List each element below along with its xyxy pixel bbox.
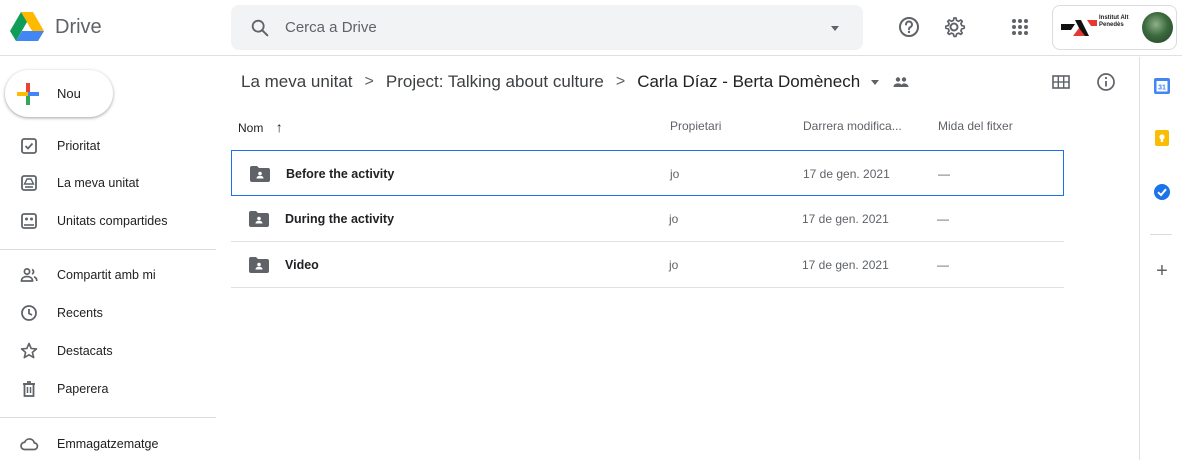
trash-icon (23, 381, 35, 397)
column-name-label: Nom (238, 121, 264, 135)
column-header-name[interactable]: Nom ↑ (238, 119, 283, 141)
settings-gear-icon[interactable] (941, 14, 967, 40)
top-bar: Drive Institut Alt Penedès (0, 0, 1182, 56)
file-size: — (937, 212, 949, 226)
priority-checkbox-icon (21, 138, 37, 154)
sort-ascending-arrow-icon[interactable]: ↑ (276, 119, 283, 135)
file-row-video[interactable]: Video jo 17 de gen. 2021 — (231, 242, 1064, 288)
apps-grid-icon[interactable] (1007, 14, 1033, 40)
calendar-icon[interactable]: 31 (1153, 77, 1171, 95)
sidebar-divider (0, 417, 216, 418)
app-brand[interactable]: Drive (55, 16, 102, 39)
new-button-label: Nou (57, 86, 81, 101)
file-owner: jo (669, 212, 679, 226)
sidebar-item-starred[interactable]: Destacats (0, 334, 218, 368)
shared-folder-icon (250, 166, 270, 182)
my-drive-icon (21, 175, 37, 191)
breadcrumb-current-folder[interactable]: Carla Díaz - Berta Domènech (637, 72, 860, 92)
file-modified-date: 17 de gen. 2021 (803, 167, 890, 181)
info-icon[interactable] (1095, 71, 1117, 93)
sidebar-divider (0, 249, 216, 250)
star-icon (20, 342, 38, 359)
sidebar-item-label: Recents (57, 306, 103, 320)
institut-logo-icon (1061, 20, 1097, 36)
institut-name: Institut Alt Penedès (1099, 15, 1129, 28)
cloud-icon (20, 438, 39, 451)
drive-logo-icon[interactable] (10, 12, 44, 42)
column-header-last-modified[interactable]: Darrera modifica... (803, 119, 902, 141)
search-input[interactable] (285, 5, 805, 50)
rail-divider (1150, 234, 1172, 235)
breadcrumb-my-drive[interactable]: La meva unitat (241, 72, 353, 92)
file-list: Before the activity jo 17 de gen. 2021 —… (231, 150, 1064, 288)
breadcrumb-project-folder[interactable]: Project: Talking about culture (386, 72, 604, 92)
sidebar-item-label: Compartit amb mi (57, 268, 156, 282)
shared-drives-icon (21, 213, 37, 229)
sidebar-item-recent[interactable]: Recents (0, 296, 218, 330)
file-row-before-the-activity[interactable]: Before the activity jo 17 de gen. 2021 — (231, 150, 1064, 196)
clock-icon (21, 305, 37, 321)
column-header-file-size: Mida del fitxer (938, 119, 1013, 133)
search-bar[interactable] (231, 5, 863, 50)
sidebar-item-label: Emmagatzematge (57, 437, 159, 451)
search-options-dropdown-icon[interactable] (829, 22, 841, 34)
sidebar-item-label: Paperera (57, 382, 109, 396)
shared-folder-people-icon[interactable] (892, 75, 910, 89)
sidebar-item-label: La meva unitat (57, 176, 139, 190)
sidebar-item-trash[interactable]: Paperera (0, 372, 218, 406)
sidebar-item-shared-drives[interactable]: Unitats compartides (0, 204, 218, 238)
file-modified-date: 17 de gen. 2021 (802, 212, 889, 226)
shared-folder-icon (249, 257, 269, 273)
sidebar-item-priority[interactable]: Prioritat (0, 129, 218, 163)
plus-icon (17, 83, 39, 105)
file-name: During the activity (285, 212, 395, 226)
sidebar-item-label: Prioritat (57, 139, 101, 153)
breadcrumb: La meva unitat > Project: Talking about … (241, 70, 910, 94)
breadcrumb-separator: > (615, 73, 626, 90)
new-button[interactable]: Nou (5, 70, 113, 117)
sidebar-item-storage[interactable]: Emmagatzematge (0, 427, 218, 460)
add-addon-plus-icon[interactable]: + (1153, 261, 1171, 281)
tasks-icon[interactable] (1153, 183, 1171, 201)
breadcrumb-separator: > (364, 73, 374, 90)
keep-icon[interactable] (1153, 129, 1171, 147)
sidebar-item-shared-with-me[interactable]: Compartit amb mi (0, 258, 218, 292)
people-icon (20, 268, 38, 282)
shared-folder-icon (249, 211, 269, 227)
column-header-owner: Propietari (670, 119, 722, 133)
folder-menu-dropdown-icon[interactable] (870, 77, 880, 87)
file-owner: jo (670, 167, 680, 181)
grid-view-icon[interactable] (1050, 71, 1072, 93)
user-avatar[interactable] (1142, 12, 1173, 43)
sidebar-item-label: Unitats compartides (57, 214, 168, 228)
side-panel-rail: 31 + (1139, 57, 1182, 460)
file-name: Video (285, 258, 319, 272)
file-size: — (938, 167, 950, 181)
help-icon[interactable] (896, 14, 922, 40)
file-modified-date: 17 de gen. 2021 (802, 258, 889, 272)
file-row-during-the-activity[interactable]: During the activity jo 17 de gen. 2021 — (231, 196, 1064, 242)
sidebar-item-my-drive[interactable]: La meva unitat (0, 166, 218, 200)
calendar-day-number: 31 (1158, 85, 1166, 92)
file-owner: jo (669, 258, 679, 272)
file-name: Before the activity (286, 167, 395, 181)
sidebar-item-label: Destacats (57, 344, 113, 358)
account-switcher[interactable]: Institut Alt Penedès (1052, 5, 1177, 50)
file-size: — (937, 258, 949, 272)
search-icon[interactable] (249, 17, 271, 39)
